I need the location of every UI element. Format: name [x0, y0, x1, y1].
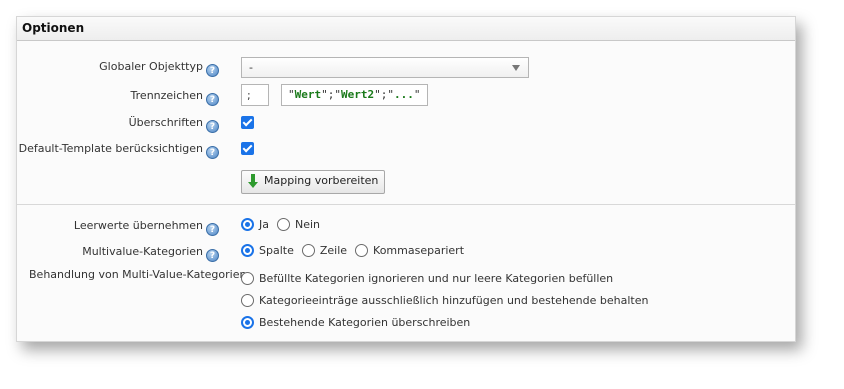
help-icon[interactable]: ?	[206, 249, 219, 262]
handling-option-overwrite[interactable]: Bestehende Kategorien überschreiben	[241, 311, 470, 333]
option-label: Spalte	[259, 244, 294, 257]
radio-unchecked[interactable]	[241, 271, 254, 285]
multivalue-label-text: Multivalue-Kategorien	[82, 245, 203, 258]
empty-values-radios: Ja Nein	[241, 218, 328, 231]
section-divider	[17, 204, 795, 205]
headers-control	[241, 113, 254, 129]
row-default-template: Default-Template berücksichtigen?	[17, 139, 795, 159]
object-type-select[interactable]: -	[241, 57, 529, 78]
empty-values-option-nein[interactable]: Nein	[277, 218, 320, 231]
option-label: Befüllte Kategorien ignorieren und nur l…	[259, 271, 614, 285]
radio-checked[interactable]	[241, 218, 254, 231]
mapping-control: Mapping vorbereiten	[241, 170, 386, 194]
example-value-2: Wert2	[341, 88, 375, 101]
object-type-label: Globaler Objekttyp?	[99, 60, 219, 77]
example-value-1: Wert	[294, 88, 322, 101]
row-object-type: Globaler Objekttyp? -	[17, 57, 795, 78]
help-icon[interactable]: ?	[206, 120, 219, 133]
headers-label-text: Überschriften	[128, 116, 203, 129]
empty-values-label: Leerwerte übernehmen?	[74, 219, 219, 236]
help-icon[interactable]: ?	[206, 146, 219, 159]
row-multivalue: Multivalue-Kategorien? Spalte Zeile Komm…	[17, 242, 795, 262]
radio-checked[interactable]	[241, 244, 254, 257]
multivalue-handling-label: Behandlung von Multi-Value-Kategorien	[29, 268, 247, 281]
row-separator: Trennzeichen? ; "Wert";"Wert2";"..."	[17, 84, 795, 106]
multivalue-handling-radios: Befüllte Kategorien ignorieren und nur l…	[241, 267, 795, 333]
default-template-control	[241, 139, 254, 155]
separator-input[interactable]: ;	[241, 84, 269, 106]
multivalue-option-zeile[interactable]: Zeile	[301, 244, 348, 257]
handling-option-ignore[interactable]: Befüllte Kategorien ignorieren und nur l…	[241, 267, 613, 289]
separator-example: "Wert";"Wert2";"..."	[281, 84, 428, 106]
row-multivalue-handling: Behandlung von Multi-Value-Kategorien Be…	[17, 265, 795, 335]
separator-label: Trennzeichen?	[131, 89, 219, 106]
multivalue-label: Multivalue-Kategorien?	[82, 245, 219, 262]
radio-checked[interactable]	[241, 315, 254, 329]
default-template-label: Default-Template berücksichtigen?	[19, 142, 219, 159]
mapping-prepare-button[interactable]: Mapping vorbereiten	[241, 170, 386, 194]
headers-checkbox[interactable]	[241, 116, 254, 129]
help-icon[interactable]: ?	[206, 93, 219, 106]
object-type-control: -	[241, 57, 529, 78]
options-panel: Optionen Globaler Objekttyp? - Trennzeic…	[16, 16, 796, 342]
headers-label: Überschriften?	[129, 116, 219, 133]
option-label: Kategorieeinträge ausschließlich hinzufü…	[259, 293, 649, 307]
handling-option-append[interactable]: Kategorieeinträge ausschließlich hinzufü…	[241, 289, 648, 311]
example-separator-1: ";"	[321, 88, 341, 101]
green-down-arrow-icon	[248, 174, 258, 188]
multivalue-option-spalte[interactable]: Spalte	[241, 244, 294, 257]
help-icon[interactable]: ?	[206, 223, 219, 236]
option-label: Bestehende Kategorien überschreiben	[259, 315, 471, 329]
multivalue-option-kommasepariert[interactable]: Kommasepariert	[355, 244, 464, 257]
example-quote: "	[288, 88, 295, 101]
option-label: Zeile	[319, 244, 348, 257]
multivalue-radios: Spalte Zeile Kommasepariert	[241, 244, 472, 257]
row-headers: Überschriften?	[17, 113, 795, 133]
chevron-down-icon	[512, 65, 520, 71]
object-type-label-text: Globaler Objekttyp	[99, 60, 203, 73]
radio-unchecked[interactable]	[241, 293, 254, 307]
default-template-label-text: Default-Template berücksichtigen	[18, 142, 203, 155]
option-label: Kommasepariert	[373, 244, 465, 257]
row-mapping-button: Mapping vorbereiten	[17, 170, 795, 196]
object-type-value: -	[249, 61, 253, 74]
example-value-3: ...	[394, 88, 414, 101]
separator-control: ; "Wert";"Wert2";"..."	[241, 84, 428, 106]
default-template-checkbox[interactable]	[241, 142, 254, 155]
panel-title: Optionen	[17, 17, 795, 41]
empty-values-label-text: Leerwerte übernehmen	[73, 219, 203, 232]
option-label: Ja	[259, 218, 269, 231]
example-quote-end: "	[413, 88, 421, 101]
help-icon[interactable]: ?	[206, 64, 219, 77]
mapping-button-label: Mapping vorbereiten	[264, 174, 379, 187]
radio-unchecked[interactable]	[301, 244, 315, 257]
row-empty-values: Leerwerte übernehmen? Ja Nein	[17, 216, 795, 236]
option-label: Nein	[295, 218, 321, 231]
radio-unchecked[interactable]	[277, 218, 290, 231]
example-separator-2: ";"	[374, 88, 394, 101]
separator-label-text: Trennzeichen	[130, 89, 203, 102]
empty-values-option-ja[interactable]: Ja	[241, 218, 269, 231]
radio-unchecked[interactable]	[355, 244, 369, 257]
